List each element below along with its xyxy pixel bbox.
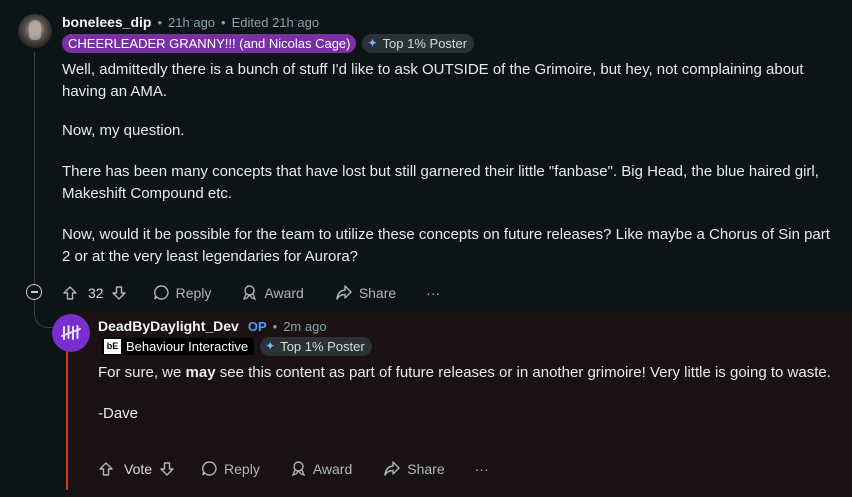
sparkle-icon: ✦ [367, 36, 378, 50]
thread-line [34, 52, 35, 284]
vote-label: Vote [124, 460, 153, 477]
reply-text: For sure, we [98, 364, 186, 381]
thread-branch-line [34, 300, 54, 328]
share-button[interactable]: Share [335, 284, 396, 301]
user-flair: bE Behaviour Interactive [102, 338, 255, 355]
reply-label: Reply [224, 460, 260, 477]
comment-paragraph: Now, would it be possible for the team t… [62, 226, 830, 265]
share-icon [384, 461, 400, 476]
comment-paragraph: Well, admittedly there is a bunch of stu… [62, 61, 804, 100]
comment-edited: Edited 21h ago [231, 14, 320, 30]
comment-icon [153, 285, 169, 300]
more-icon: ··· [474, 460, 489, 477]
reply-username[interactable]: DeadByDaylight_Dev [98, 318, 239, 334]
flair-label: Behaviour Interactive [126, 339, 249, 354]
reply-signature: -Dave [98, 405, 139, 422]
reply-label: Reply [175, 284, 212, 301]
more-icon: ··· [426, 284, 441, 301]
avatar[interactable] [18, 14, 52, 48]
comment-time[interactable]: 21h ago [168, 15, 215, 30]
more-options-button[interactable]: ··· [475, 461, 489, 477]
op-badge: OP [247, 318, 267, 334]
badge-label: Top 1% Poster [382, 36, 468, 51]
minus-icon [30, 291, 38, 293]
meta-separator: • [221, 14, 226, 30]
comment-paragraph: Now, my question. [62, 122, 185, 139]
upvote-button[interactable] [62, 285, 78, 301]
vote-count: 32 [88, 284, 104, 301]
reply-paragraph: For sure, we may see this content as par… [98, 362, 838, 384]
share-icon [336, 285, 352, 300]
award-button[interactable]: Award [241, 284, 304, 301]
reply-button[interactable]: Reply [201, 460, 260, 477]
user-flair: CHEERLEADER GRANNY!!! (and Nicolas Cage) [62, 34, 357, 53]
achievement-badge[interactable]: ✦ Top 1% Poster [362, 34, 475, 53]
downvote-button[interactable] [111, 285, 127, 301]
meta-separator: • [157, 14, 163, 30]
behaviour-logo-icon: bE [104, 339, 121, 354]
share-button[interactable]: Share [383, 460, 445, 477]
achievement-badge[interactable]: ✦ Top 1% Poster [260, 337, 372, 356]
comment-body: Well, admittedly there is a bunch of stu… [62, 59, 832, 268]
more-options-button[interactable]: ··· [426, 285, 440, 301]
badge-label: Top 1% Poster [280, 339, 365, 354]
reply-text: see this content as part of future relea… [215, 364, 831, 381]
meta-separator: • [272, 318, 278, 334]
upvote-button[interactable] [98, 461, 114, 477]
share-label: Share [407, 460, 445, 477]
collapse-thread-button[interactable] [26, 284, 42, 300]
upvote-icon [63, 285, 77, 300]
avatar[interactable] [52, 314, 90, 352]
share-label: Share [358, 284, 397, 301]
reply-button[interactable]: Reply [153, 284, 212, 301]
comment-icon [202, 461, 217, 476]
award-icon [291, 461, 305, 477]
reply-text-bold: may [185, 364, 216, 381]
sparkle-icon: ✦ [265, 339, 276, 353]
downvote-button[interactable] [159, 461, 175, 477]
comment-paragraph: There has been many concepts that have l… [62, 163, 819, 202]
award-button[interactable]: Award [290, 460, 352, 477]
reply-body: For sure, we may see this content as par… [98, 362, 838, 425]
downvote-icon [160, 461, 174, 476]
award-label: Award [264, 284, 304, 301]
upvote-icon [99, 461, 113, 476]
comment-username[interactable]: bonelees_dip [62, 14, 151, 30]
award-icon [243, 285, 257, 301]
award-label: Award [312, 460, 353, 477]
reply-accent-line [66, 340, 68, 490]
dbd-logo-icon [61, 325, 81, 340]
reply-time[interactable]: 2m ago [283, 319, 326, 334]
downvote-icon [111, 285, 126, 300]
